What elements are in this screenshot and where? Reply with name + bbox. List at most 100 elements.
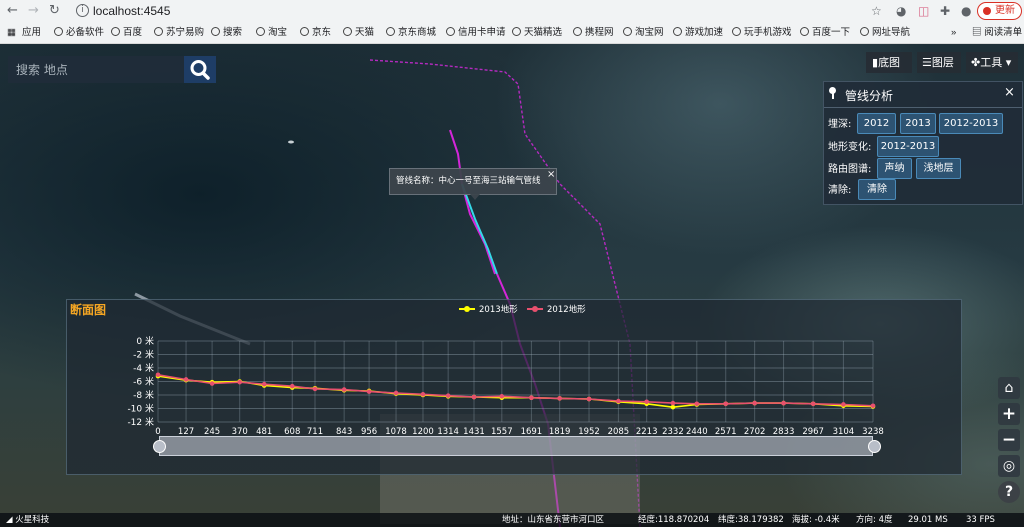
home-icon[interactable]: ⌂	[998, 377, 1020, 399]
bookmark-item[interactable]: 淘宝	[256, 26, 287, 39]
pin-icon	[829, 87, 836, 99]
clear-button[interactable]: 清除	[858, 179, 896, 200]
data-point	[499, 394, 505, 399]
route-label: 路由图谱:	[828, 164, 872, 175]
y-tick-label: -10 米	[127, 403, 154, 415]
status-longitude: 经度:118.870204	[638, 515, 710, 525]
search-button[interactable]	[184, 56, 216, 83]
extension-icon[interactable]: ◕	[896, 3, 906, 19]
bookmark-label: 百度	[123, 27, 143, 38]
layers-button[interactable]: ☰图层	[917, 52, 961, 73]
bookmark-item[interactable]: 天猫	[343, 26, 374, 39]
burial-2013-button[interactable]: 2013	[900, 113, 936, 134]
bookmark-item[interactable]: 搜索	[211, 26, 242, 39]
bookmark-label: 苏宁易购	[166, 27, 205, 38]
zoom-in-icon[interactable]: +	[998, 403, 1020, 425]
data-point	[209, 381, 215, 386]
shallow-layer-button[interactable]: 浅地层	[916, 158, 961, 179]
bookmark-icon	[111, 27, 120, 36]
bookmark-icon	[54, 27, 63, 36]
close-icon[interactable]: ×	[547, 162, 555, 187]
bookmark-item[interactable]: 百度一下	[800, 26, 850, 39]
pipeline-analysis-panel: 管线分析 × 埋深: 2012 2013 2012-2013 地形变化: 201…	[823, 81, 1023, 205]
bookmark-icon	[673, 27, 682, 36]
panel-divider	[824, 107, 1022, 108]
bookmark-item[interactable]: 游戏加速	[673, 26, 723, 39]
brand-name: 火星科技	[15, 515, 50, 525]
data-point	[841, 402, 846, 407]
basemap-button[interactable]: ▮底图	[866, 52, 912, 73]
tools-icon: ✤	[971, 56, 981, 69]
range-slider-left-handle[interactable]	[153, 440, 166, 453]
zoom-out-icon[interactable]: −	[998, 429, 1020, 451]
data-point	[420, 392, 426, 397]
burial-2012-2013-button[interactable]: 2012-2013	[939, 113, 1003, 134]
data-point	[752, 400, 757, 406]
bookmark-item[interactable]: 淘宝网	[623, 26, 664, 39]
bookmark-icon	[256, 27, 265, 36]
bookmark-item[interactable]: 网址导航	[860, 26, 910, 39]
burial-2012-button[interactable]: 2012	[857, 113, 896, 134]
y-tick-label: -6 米	[133, 376, 154, 388]
bookmark-item[interactable]: 必备软件	[54, 26, 104, 39]
help-icon[interactable]: ?	[998, 481, 1020, 503]
info-icon[interactable]: i	[76, 4, 89, 17]
data-point	[616, 398, 621, 404]
apps-icon[interactable]: ▦	[7, 26, 16, 39]
reading-list-label: 阅读清单	[984, 27, 1023, 38]
bookmark-item[interactable]: 百度	[111, 26, 142, 39]
bookmark-icon	[386, 27, 395, 36]
bookmark-item[interactable]: 京东商城	[386, 26, 436, 39]
layers-label: 图层	[931, 56, 954, 69]
y-tick-label: -4 米	[133, 362, 154, 374]
star-icon[interactable]: ☆	[871, 3, 882, 19]
data-point	[557, 396, 562, 401]
reload-icon[interactable]: ↻	[49, 3, 60, 19]
bookmark-item[interactable]: 携程网	[573, 26, 614, 39]
tooltip-arrow	[470, 194, 480, 200]
update-button[interactable]: 更新	[977, 2, 1022, 20]
search-icon	[190, 60, 210, 80]
bookmark-item[interactable]: 京东	[300, 26, 331, 39]
range-slider-right-handle[interactable]	[868, 440, 881, 453]
bookmark-label: 网址导航	[872, 27, 911, 38]
bookmark-label: 天猫	[355, 27, 375, 38]
tools-button[interactable]: ✤工具 ▾	[966, 52, 1018, 73]
y-tick-label: -8 米	[133, 389, 154, 401]
address-bar[interactable]: localhost:4545	[93, 3, 170, 19]
bookmark-label: 携程网	[585, 27, 614, 38]
extension-icon[interactable]: ◫	[918, 3, 929, 19]
legend-label: 2012地形	[547, 304, 586, 315]
more-bookmarks[interactable]: »	[951, 26, 956, 39]
bookmark-label: 百度一下	[812, 27, 851, 38]
data-point	[366, 389, 372, 394]
bookmark-item[interactable]: 应用	[22, 26, 41, 39]
close-icon[interactable]: ×	[1004, 85, 1015, 100]
update-dot-icon	[983, 7, 991, 15]
profile-icon[interactable]: ●	[961, 3, 971, 19]
data-point	[723, 401, 729, 407]
data-point	[237, 379, 243, 385]
bookmark-icon	[300, 27, 309, 36]
bookmark-icon	[623, 27, 632, 36]
terrain-2012-2013-button[interactable]: 2012-2013	[877, 136, 939, 157]
reading-list[interactable]: ▤ 阅读清单	[972, 26, 1022, 39]
bookmark-item[interactable]: 玩手机游戏	[732, 26, 792, 39]
globe-icon[interactable]: ◎	[998, 455, 1020, 477]
bookmark-label: 搜索	[223, 27, 243, 38]
status-fps: 33 FPS	[966, 515, 995, 525]
back-icon[interactable]: ←	[7, 3, 18, 19]
search-input[interactable]	[8, 56, 184, 83]
terrain-label: 地形变化:	[828, 142, 872, 153]
forward-icon[interactable]: →	[28, 3, 39, 19]
extension-icon[interactable]: ✚	[940, 3, 950, 19]
bookmark-item[interactable]: 苏宁易购	[154, 26, 204, 39]
status-bar: ◢ 火星科技 地址：山东省东营市河口区 经度:118.870204 纬度:38.…	[0, 513, 1024, 527]
sonar-button[interactable]: 声纳	[877, 158, 912, 179]
bookmark-label: 京东商城	[398, 27, 437, 38]
pipeline-tooltip: 管线名称：中心一号至海三站输气管线 ×	[389, 168, 557, 195]
bookmark-item[interactable]: 信用卡申请	[446, 26, 506, 39]
data-point	[155, 372, 161, 378]
bookmark-item[interactable]: 天猫精选	[512, 26, 562, 39]
range-slider-track[interactable]	[159, 436, 873, 456]
